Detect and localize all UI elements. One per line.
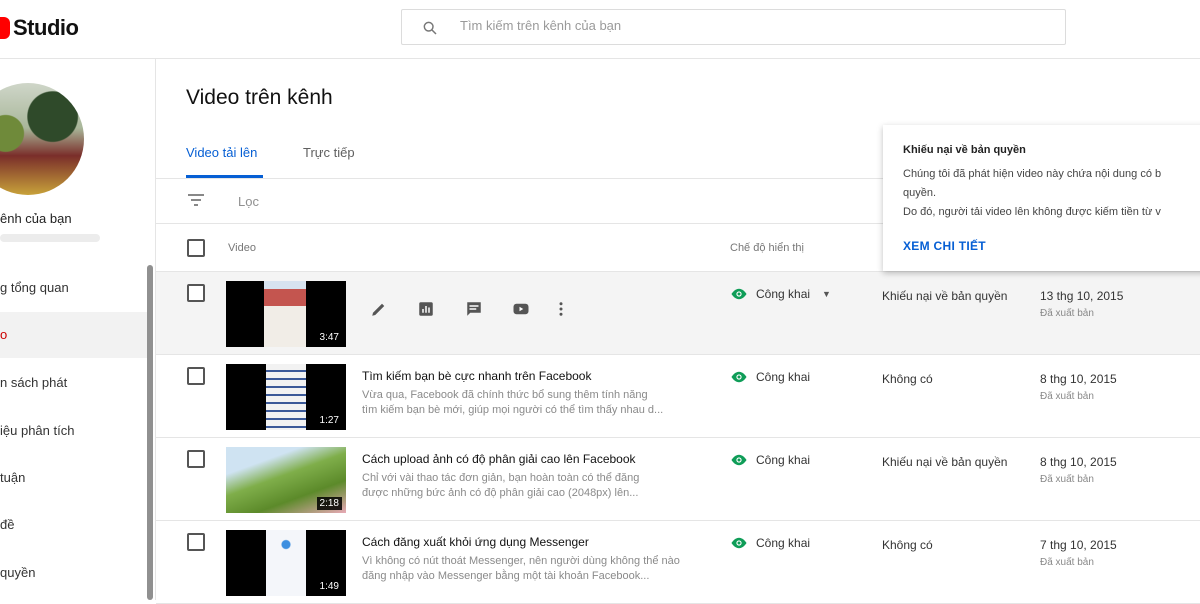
eye-icon (731, 371, 747, 383)
popup-body: Chúng tôi đã phát hiện video này chứa nộ… (903, 165, 1200, 222)
visibility-dropdown[interactable]: Công khai (730, 370, 810, 384)
publish-date: 8 thg 10, 2015 (1040, 455, 1117, 469)
popup-body-line: Do đó, người tải video lên không được ki… (903, 206, 1161, 218)
sidebar-item-videos[interactable]: o (0, 312, 148, 358)
video-duration: 1:27 (316, 414, 342, 427)
description-line: Vừa qua, Facebook đã chính thức bổ sung … (362, 389, 648, 401)
more-options-icon[interactable] (558, 300, 605, 323)
filter-icon[interactable] (187, 192, 205, 208)
visibility-value: Công khai (756, 536, 811, 550)
youtube-play-icon (0, 17, 10, 39)
row-checkbox[interactable] (187, 533, 205, 551)
video-duration: 1:49 (316, 580, 342, 593)
search-box[interactable] (401, 9, 1066, 45)
video-description: Vừa qua, Facebook đã chính thức bổ sung … (362, 388, 692, 418)
table-row[interactable]: 1:49 Cách đăng xuất khỏi ứng dụng Messen… (156, 521, 1200, 604)
chevron-down-icon: ▼ (822, 289, 831, 299)
description-line: được những bức ảnh có độ phân giải cao (… (362, 487, 639, 499)
video-thumbnail[interactable]: 2:18 (226, 447, 346, 513)
youtube-icon[interactable] (511, 300, 558, 323)
video-title[interactable]: Cách upload ảnh có độ phân giải cao lên … (362, 452, 636, 466)
filter-input[interactable]: Lọc (238, 194, 259, 209)
column-header-video[interactable]: Video (228, 242, 256, 254)
sidebar-item-analytics[interactable]: iệu phân tích (0, 408, 148, 454)
visibility-value: Công khai (756, 370, 811, 384)
tab-uploads[interactable]: Video tải lên (186, 145, 257, 160)
channel-subtitle-placeholder (0, 234, 100, 242)
row-actions (370, 300, 605, 323)
search-input[interactable] (458, 17, 1042, 34)
restriction-value: Không có (882, 372, 933, 386)
video-title[interactable]: Tìm kiếm bạn bè cực nhanh trên Facebook (362, 369, 591, 383)
sidebar: ênh của bạn g tổng quan o n sách phát iệ… (0, 59, 156, 600)
search-icon (423, 21, 437, 35)
sidebar-item-comments[interactable]: tuận (0, 455, 148, 501)
popup-title: Khiếu nại về bản quyền (903, 144, 1026, 156)
top-bar: Studio (0, 0, 1200, 59)
table-row[interactable]: 1:27 Tìm kiếm bạn bè cực nhanh trên Face… (156, 355, 1200, 438)
publish-date: 7 thg 10, 2015 (1040, 538, 1117, 552)
publish-status: Đã xuất bản (1040, 557, 1094, 568)
channel-name: ênh của bạn (0, 211, 72, 226)
description-line: đăng nhập vào Messenger bằng một tài kho… (362, 570, 650, 582)
video-description: Chỉ với vài thao tác đơn giản, bạn hoàn … (362, 471, 692, 501)
publish-status: Đã xuất bản (1040, 391, 1094, 402)
visibility-value: Công khai (756, 453, 811, 467)
sidebar-item-subtitles[interactable]: đề (0, 502, 148, 548)
popup-body-line: Chúng tôi đã phát hiện video này chứa nộ… (903, 168, 1162, 180)
sidebar-item-dashboard[interactable]: g tổng quan (0, 265, 148, 311)
edit-icon[interactable] (370, 300, 417, 323)
sidebar-item-playlists[interactable]: n sách phát (0, 360, 148, 406)
see-details-link[interactable]: XEM CHI TIẾT (903, 239, 986, 253)
page-title: Video trên kênh (186, 86, 333, 109)
copyright-claim-popup: Khiếu nại về bản quyền Chúng tôi đã phát… (883, 125, 1200, 271)
visibility-dropdown[interactable]: Công khai ▼ (730, 287, 831, 301)
analytics-icon[interactable] (417, 300, 464, 323)
select-all-checkbox[interactable] (187, 239, 205, 257)
video-description: Vì không có nút thoát Messenger, nên ngư… (362, 554, 692, 584)
publish-date: 13 thg 10, 2015 (1040, 289, 1124, 303)
sidebar-item-copyright[interactable]: quyền (0, 550, 148, 596)
sidebar-scrollbar[interactable] (147, 265, 153, 600)
eye-icon (731, 537, 747, 549)
restriction-value: Không có (882, 538, 933, 552)
video-title[interactable]: Cách đăng xuất khỏi ứng dụng Messenger (362, 535, 589, 549)
publish-status: Đã xuất bản (1040, 308, 1094, 319)
table-row[interactable]: 3:47 Công khai ▼ Khiếu nại về bản quyền … (156, 272, 1200, 355)
video-thumbnail[interactable]: 1:49 (226, 530, 346, 596)
visibility-value: Công khai (756, 287, 811, 301)
video-duration: 2:18 (316, 497, 342, 510)
tab-live[interactable]: Trực tiếp (303, 145, 355, 160)
row-checkbox[interactable] (187, 367, 205, 385)
table-row[interactable]: 2:18 Cách upload ảnh có độ phân giải cao… (156, 438, 1200, 521)
restriction-value[interactable]: Khiếu nại về bản quyền (882, 289, 1007, 303)
description-line: Chỉ với vài thao tác đơn giản, bạn hoàn … (362, 472, 640, 484)
description-line: Vì không có nút thoát Messenger, nên ngư… (362, 555, 680, 567)
restriction-value[interactable]: Khiếu nại về bản quyền (882, 455, 1007, 469)
publish-status: Đã xuất bản (1040, 474, 1094, 485)
popup-body-line: quyền. (903, 187, 937, 199)
video-thumbnail[interactable]: 3:47 (226, 281, 346, 347)
brand-name: Studio (13, 15, 79, 40)
row-checkbox[interactable] (187, 450, 205, 468)
studio-logo[interactable]: Studio (0, 15, 79, 41)
description-line: tìm kiếm bạn bè mới, giúp mọi người có t… (362, 404, 664, 416)
video-thumbnail[interactable]: 1:27 (226, 364, 346, 430)
row-checkbox[interactable] (187, 284, 205, 302)
visibility-dropdown[interactable]: Công khai (730, 536, 810, 550)
video-duration: 3:47 (316, 331, 342, 344)
visibility-dropdown[interactable]: Công khai (730, 453, 810, 467)
comments-icon[interactable] (464, 300, 511, 323)
eye-icon (731, 454, 747, 466)
column-header-visibility[interactable]: Chế độ hiển thị (730, 242, 804, 254)
channel-avatar[interactable] (0, 83, 84, 195)
eye-icon (731, 288, 747, 300)
publish-date: 8 thg 10, 2015 (1040, 372, 1117, 386)
